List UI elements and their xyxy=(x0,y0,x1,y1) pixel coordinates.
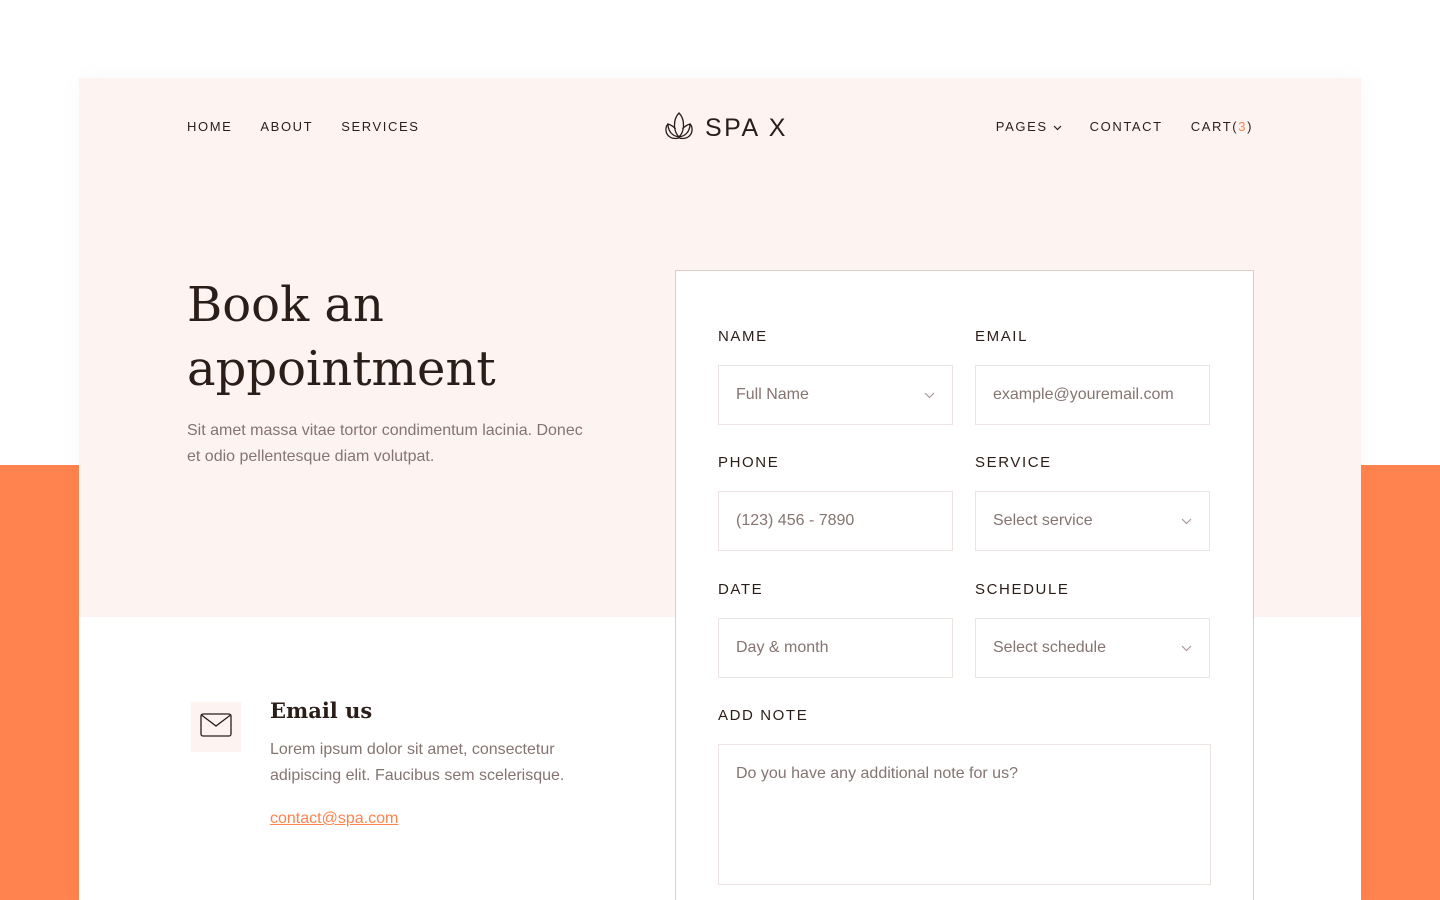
note-textarea[interactable]: Do you have any additional note for us? xyxy=(718,744,1211,885)
cart-paren-close: ) xyxy=(1247,119,1253,134)
phone-field[interactable]: (123) 456 - 7890 xyxy=(718,491,953,551)
schedule-label: SCHEDULE xyxy=(975,581,1070,598)
name-field[interactable]: Full Name xyxy=(718,365,953,425)
nav-right: PAGES CONTACT CART (3) xyxy=(968,119,1253,134)
email-placeholder: example@youremail.com xyxy=(993,386,1174,403)
email-field[interactable]: example@youremail.com xyxy=(975,365,1210,425)
service-placeholder: Select service xyxy=(993,512,1093,529)
nav-pages-dropdown[interactable]: PAGES xyxy=(996,119,1062,134)
envelope-icon xyxy=(200,712,232,742)
cart-count: 3 xyxy=(1238,119,1248,134)
name-label: NAME xyxy=(718,328,768,345)
chevron-down-icon xyxy=(924,386,935,404)
contact-email-link[interactable]: contact@spa.com xyxy=(270,810,398,828)
date-label: DATE xyxy=(718,581,764,598)
cart-label: CART xyxy=(1190,119,1233,134)
phone-label: PHONE xyxy=(718,454,780,471)
name-placeholder: Full Name xyxy=(736,386,809,403)
page-container: HOME ABOUT SERVICES SPA X PAGES CONTACT … xyxy=(79,78,1361,900)
logo[interactable]: SPA X xyxy=(662,109,788,148)
date-field[interactable]: Day & month xyxy=(718,618,953,678)
appointment-form: NAME Full Name EMAIL example@youremail.c… xyxy=(675,270,1254,900)
nav-about-link[interactable]: ABOUT xyxy=(260,119,313,134)
nav-services-link[interactable]: SERVICES xyxy=(341,119,419,134)
service-label: SERVICE xyxy=(975,454,1052,471)
date-placeholder: Day & month xyxy=(736,639,829,656)
schedule-placeholder: Select schedule xyxy=(993,639,1106,656)
nav-cart-link[interactable]: CART (3) xyxy=(1191,119,1253,134)
chevron-down-icon xyxy=(1181,512,1192,530)
nav-pages-label: PAGES xyxy=(995,119,1048,134)
note-placeholder: Do you have any additional note for us? xyxy=(736,765,1018,782)
lotus-icon xyxy=(662,109,696,148)
logo-text: SPA X xyxy=(705,114,788,142)
page-title: Book an appointment xyxy=(187,277,496,397)
chevron-down-icon xyxy=(1181,639,1192,657)
email-us-title: Email us xyxy=(270,698,373,723)
email-label: EMAIL xyxy=(975,328,1029,345)
nav-home-link[interactable]: HOME xyxy=(187,119,232,134)
service-select[interactable]: Select service xyxy=(975,491,1210,551)
hero-description: Sit amet massa vitae tortor condimentum … xyxy=(187,422,583,465)
email-icon-box xyxy=(191,702,241,752)
chevron-down-icon xyxy=(1053,119,1062,134)
schedule-select[interactable]: Select schedule xyxy=(975,618,1210,678)
note-label: ADD NOTE xyxy=(718,707,809,724)
email-us-description: Lorem ipsum dolor sit amet, consectetur … xyxy=(270,741,565,784)
nav-left: HOME ABOUT SERVICES xyxy=(187,119,448,134)
nav-contact-link[interactable]: CONTACT xyxy=(1090,119,1163,134)
phone-placeholder: (123) 456 - 7890 xyxy=(736,512,855,529)
